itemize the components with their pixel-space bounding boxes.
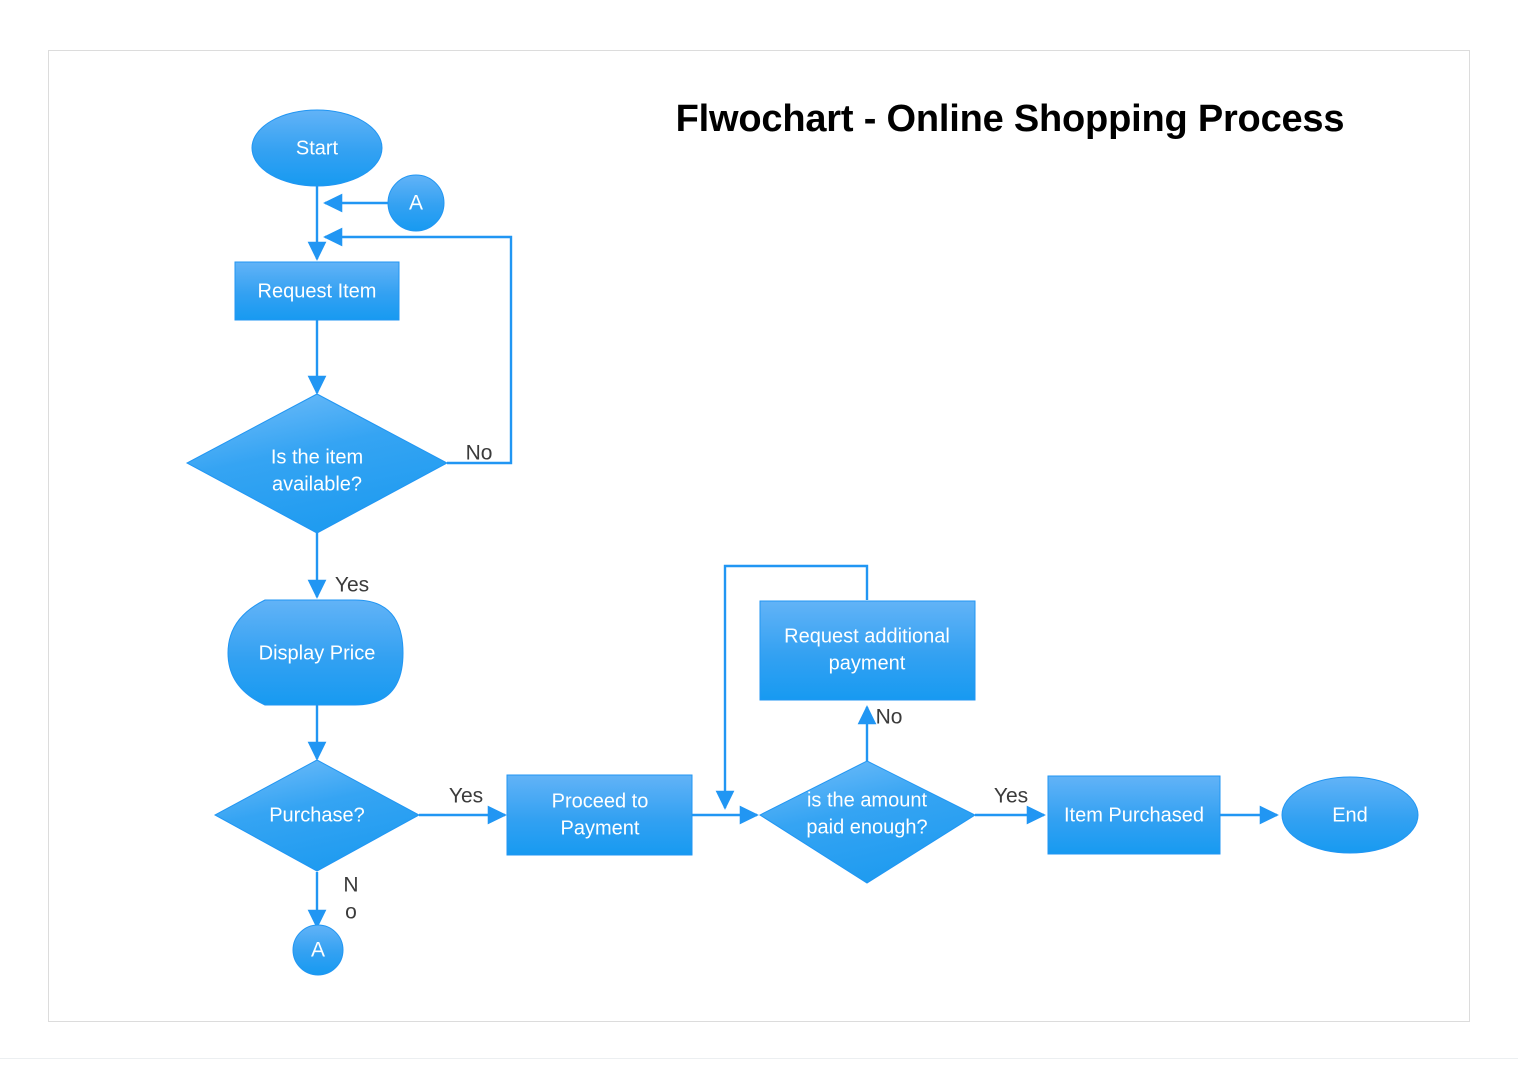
request-additional-payment-rect-shape: [759, 600, 976, 701]
node-connector-a-bottom[interactable]: A: [292, 924, 344, 976]
node-amount-paid-enough[interactable]: is the amount paid enough?: [758, 760, 977, 884]
edge-label-purchase-no-line1: N: [343, 874, 358, 897]
node-amount-paid-enough-label-line2: paid enough?: [806, 816, 927, 838]
node-proceed-to-payment-label-line1: Proceed to: [552, 790, 649, 812]
node-display-price[interactable]: Display Price: [227, 599, 404, 706]
node-request-additional-payment[interactable]: Request additional payment: [759, 600, 976, 701]
node-end-label: End: [1332, 804, 1368, 826]
edge-label-purchase-no-line2: o: [345, 901, 357, 924]
flowchart-diagram: Start A Request Item Is the item availab…: [185, 109, 1419, 976]
node-connector-a-bottom-label: A: [311, 939, 325, 962]
node-is-item-available-label-line2: available?: [272, 473, 362, 495]
node-end[interactable]: End: [1281, 776, 1419, 854]
node-request-additional-payment-label-line1: Request additional: [784, 625, 950, 647]
flowchart-canvas: Flwochart - Online Shopping Process Star…: [0, 0, 1518, 1070]
node-connector-a-top-label: A: [409, 192, 423, 215]
node-proceed-to-payment[interactable]: Proceed to Payment: [506, 774, 693, 856]
node-is-item-available-label-line1: Is the item: [271, 446, 363, 468]
edge-label-available-no: No: [466, 442, 493, 465]
node-request-item-label: Request Item: [258, 280, 377, 302]
node-request-additional-payment-label-line2: payment: [829, 652, 906, 674]
proceed-to-payment-rect-shape: [506, 774, 693, 856]
edge-label-payment-no: No: [876, 706, 903, 729]
node-proceed-to-payment-label-line2: Payment: [561, 817, 640, 839]
node-purchase-label: Purchase?: [269, 804, 365, 826]
edge-label-payment-yes: Yes: [994, 785, 1028, 808]
node-is-item-available[interactable]: Is the item available?: [185, 393, 449, 534]
node-item-purchased[interactable]: Item Purchased: [1047, 775, 1221, 855]
node-start[interactable]: Start: [251, 109, 383, 187]
node-start-label: Start: [296, 137, 339, 159]
node-item-purchased-label: Item Purchased: [1064, 804, 1204, 826]
node-connector-a-top[interactable]: A: [387, 174, 445, 232]
node-amount-paid-enough-label-line1: is the amount: [807, 789, 928, 811]
node-purchase[interactable]: Purchase?: [213, 759, 421, 872]
edge-label-available-yes: Yes: [335, 574, 369, 597]
node-request-item[interactable]: Request Item: [234, 261, 400, 321]
edge-label-purchase-yes: Yes: [449, 785, 483, 808]
node-display-price-label: Display Price: [259, 642, 376, 664]
